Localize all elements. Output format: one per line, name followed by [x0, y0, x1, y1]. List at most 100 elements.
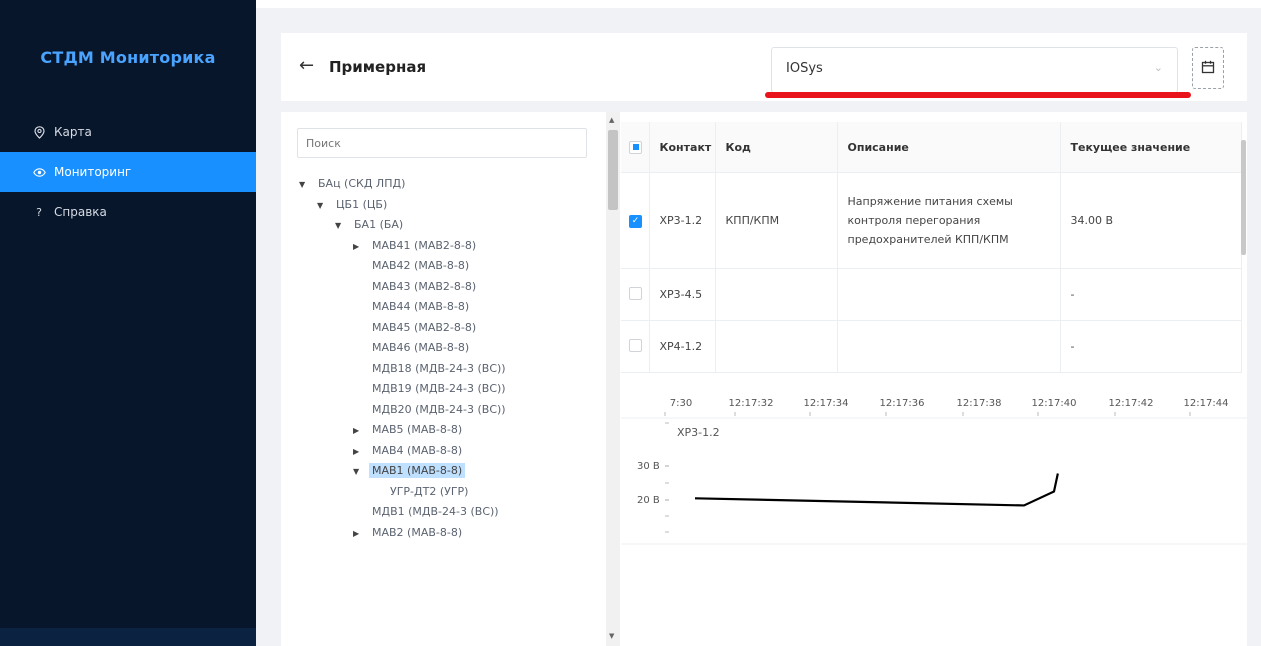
chevron-down-icon: ⌄: [1153, 61, 1163, 74]
calendar-button[interactable]: [1192, 47, 1224, 89]
tree-node-label: УГР-ДТ2 (УГР): [390, 484, 469, 498]
system-select[interactable]: IOSys ⌄: [771, 47, 1178, 93]
sidebar-item-label: Карта: [54, 125, 92, 139]
column-header-contact[interactable]: Контакт: [649, 122, 716, 173]
contacts-table: Контакт Код Описание Текущее значение ✓ …: [621, 122, 1242, 373]
tree-node[interactable]: МАВ43 (МАВ2-8-8): [353, 277, 479, 297]
select-all-cell: [621, 122, 650, 173]
tree-node[interactable]: МАВ42 (МАВ-8-8): [353, 256, 472, 276]
tree-node[interactable]: МАВ46 (МАВ-8-8): [353, 338, 472, 358]
question-icon: ?: [36, 205, 42, 219]
series-line: [694, 473, 1059, 507]
scrollbar-thumb[interactable]: [608, 130, 618, 210]
caret-right-icon[interactable]: ▶: [353, 524, 369, 544]
cell-contact: ХР4-1.2: [649, 320, 716, 373]
tree-node[interactable]: ▶ МАВ41 (МАВ2-8-8): [353, 236, 479, 256]
tree-node[interactable]: МДВ20 (МДВ-24-3 (ВС)): [353, 400, 509, 420]
tree-node[interactable]: МДВ18 (МДВ-24-3 (ВС)): [353, 359, 509, 379]
caret-right-icon[interactable]: ▶: [353, 442, 369, 462]
table-row[interactable]: ХР4-1.2 -: [621, 320, 1242, 373]
x-tick-label: 12:17:40: [1032, 398, 1077, 409]
tree-node[interactable]: МАВ44 (МАВ-8-8): [353, 297, 472, 317]
column-header-description[interactable]: Описание: [837, 122, 1061, 173]
caret-down-icon[interactable]: ▼: [353, 462, 369, 482]
column-header-code[interactable]: Код: [715, 122, 838, 173]
tree-node-label: МДВ1 (МДВ-24-3 (ВС)): [372, 505, 499, 518]
cell-value: -: [1060, 320, 1242, 373]
table-row[interactable]: ✓ ХР3-1.2 КПП/КПМ Напряжение питания схе…: [621, 172, 1242, 269]
tree-node[interactable]: ▶ МАВ5 (МАВ-8-8): [353, 420, 465, 440]
tree-node[interactable]: МДВ1 (МДВ-24-3 (ВС)): [353, 502, 502, 522]
caret-down-icon[interactable]: ▼: [335, 216, 351, 236]
calendar-icon: [1201, 59, 1215, 78]
tree-node-label: МАВ4 (МАВ-8-8): [372, 443, 463, 457]
row-checkbox-cell: [621, 320, 650, 373]
tree-node[interactable]: УГР-ДТ2 (УГР): [371, 482, 471, 502]
tree-node[interactable]: ▶ МАВ2 (МАВ-8-8): [353, 523, 465, 543]
sidebar-item-label: Мониторинг: [54, 165, 132, 179]
x-tick-label: 12:17:34: [804, 398, 849, 409]
tree-node[interactable]: ▼ МАВ1 (МАВ-8-8): [353, 461, 466, 482]
row-checkbox[interactable]: ✓: [629, 214, 642, 228]
top-strip: [256, 0, 1261, 8]
scrollbar-thumb[interactable]: [1241, 140, 1246, 255]
x-tick-label: 7:30: [670, 398, 692, 409]
tree-node-label: БАц (СКД ЛПД): [318, 177, 406, 190]
select-all-checkbox[interactable]: [629, 140, 642, 154]
eye-icon: [30, 167, 48, 177]
tree-node-label: ЦБ1 (ЦБ): [336, 197, 388, 211]
y-tick-label: 30 В: [637, 461, 660, 472]
row-checkbox[interactable]: [629, 338, 642, 352]
back-arrow-icon[interactable]: ←: [299, 55, 314, 76]
cell-value: -: [1060, 268, 1242, 321]
brand-logo[interactable]: СТДМ Мониторика: [0, 48, 256, 67]
cell-description: [837, 268, 1061, 321]
x-tick-label: 12:17:42: [1109, 398, 1154, 409]
scroll-down-icon[interactable]: ▼: [609, 632, 614, 640]
row-checkbox[interactable]: [629, 286, 642, 300]
sidebar: СТДМ Мониторика Карта Мониторинг ? Справ…: [0, 0, 256, 646]
value-chart: 7:30 12:17:32 12:17:34 12:17:36 12:17:38 12:1…: [621, 398, 1247, 545]
tree-node[interactable]: ▼ БАц (СКД ЛПД): [299, 174, 408, 194]
tree-node-label: МДВ18 (МДВ-24-3 (ВС)): [372, 361, 506, 375]
tree-scrollbar[interactable]: ▲ ▼: [606, 112, 620, 646]
scroll-up-icon[interactable]: ▲: [609, 116, 614, 124]
series-label: ХР3-1.2: [677, 426, 720, 439]
sidebar-item-map[interactable]: Карта: [0, 112, 256, 152]
search-input[interactable]: [297, 128, 587, 158]
page-header: ← Примерная IOSys ⌄: [281, 33, 1247, 101]
y-tick-label: 20 В: [637, 495, 660, 506]
tree-node-label: МАВ5 (МАВ-8-8): [372, 423, 463, 436]
tree-node-label: МАВ43 (МАВ2-8-8): [372, 279, 477, 293]
sidebar-item-help[interactable]: ? Справка: [0, 192, 256, 232]
x-tick-label: 12:17:38: [957, 398, 1002, 409]
tree-node[interactable]: МАВ45 (МАВ2-8-8): [353, 318, 479, 338]
caret-down-icon[interactable]: ▼: [299, 175, 315, 195]
tree-node-label: МДВ20 (МДВ-24-3 (ВС)): [372, 402, 506, 416]
page-title: Примерная: [329, 58, 427, 76]
system-select-value: IOSys: [786, 61, 823, 76]
tree-node-label: МАВ42 (МАВ-8-8): [372, 259, 470, 272]
cell-description: Напряжение питания схемы контроля перего…: [837, 172, 1061, 269]
caret-down-icon[interactable]: ▼: [317, 196, 333, 216]
x-tick-label: 12:17:32: [729, 398, 774, 409]
table-row[interactable]: ХР3-4.5 -: [621, 268, 1242, 321]
device-tree-panel: ▼БАц (СКД ЛПД)▼ЦБ1 (ЦБ)▼БА1 (БА)▶МАВ41 (…: [281, 112, 621, 646]
table-scrollbar[interactable]: [1239, 122, 1247, 372]
caret-right-icon[interactable]: ▶: [353, 421, 369, 441]
sidebar-item-monitoring[interactable]: Мониторинг: [0, 152, 256, 192]
column-header-value[interactable]: Текущее значение: [1060, 122, 1242, 173]
tree-node-label: МАВ46 (МАВ-8-8): [372, 341, 470, 354]
tree-node-label: МАВ41 (МАВ2-8-8): [372, 238, 477, 252]
cell-value: 34.00 В: [1060, 172, 1242, 269]
tree-node[interactable]: ▼ ЦБ1 (ЦБ): [317, 195, 390, 215]
caret-right-icon[interactable]: ▶: [353, 237, 369, 257]
map-pin-icon: [30, 125, 48, 139]
row-checkbox-cell: [621, 268, 650, 321]
cell-code: [715, 320, 838, 373]
x-tick-label: 12:17:44: [1184, 398, 1229, 409]
tree-node[interactable]: ▼ БА1 (БА): [335, 215, 406, 235]
tree-node-label: МАВ45 (МАВ2-8-8): [372, 320, 477, 334]
tree-node[interactable]: МДВ19 (МДВ-24-3 (ВС)): [353, 379, 509, 399]
tree-node[interactable]: ▶ МАВ4 (МАВ-8-8): [353, 441, 465, 461]
